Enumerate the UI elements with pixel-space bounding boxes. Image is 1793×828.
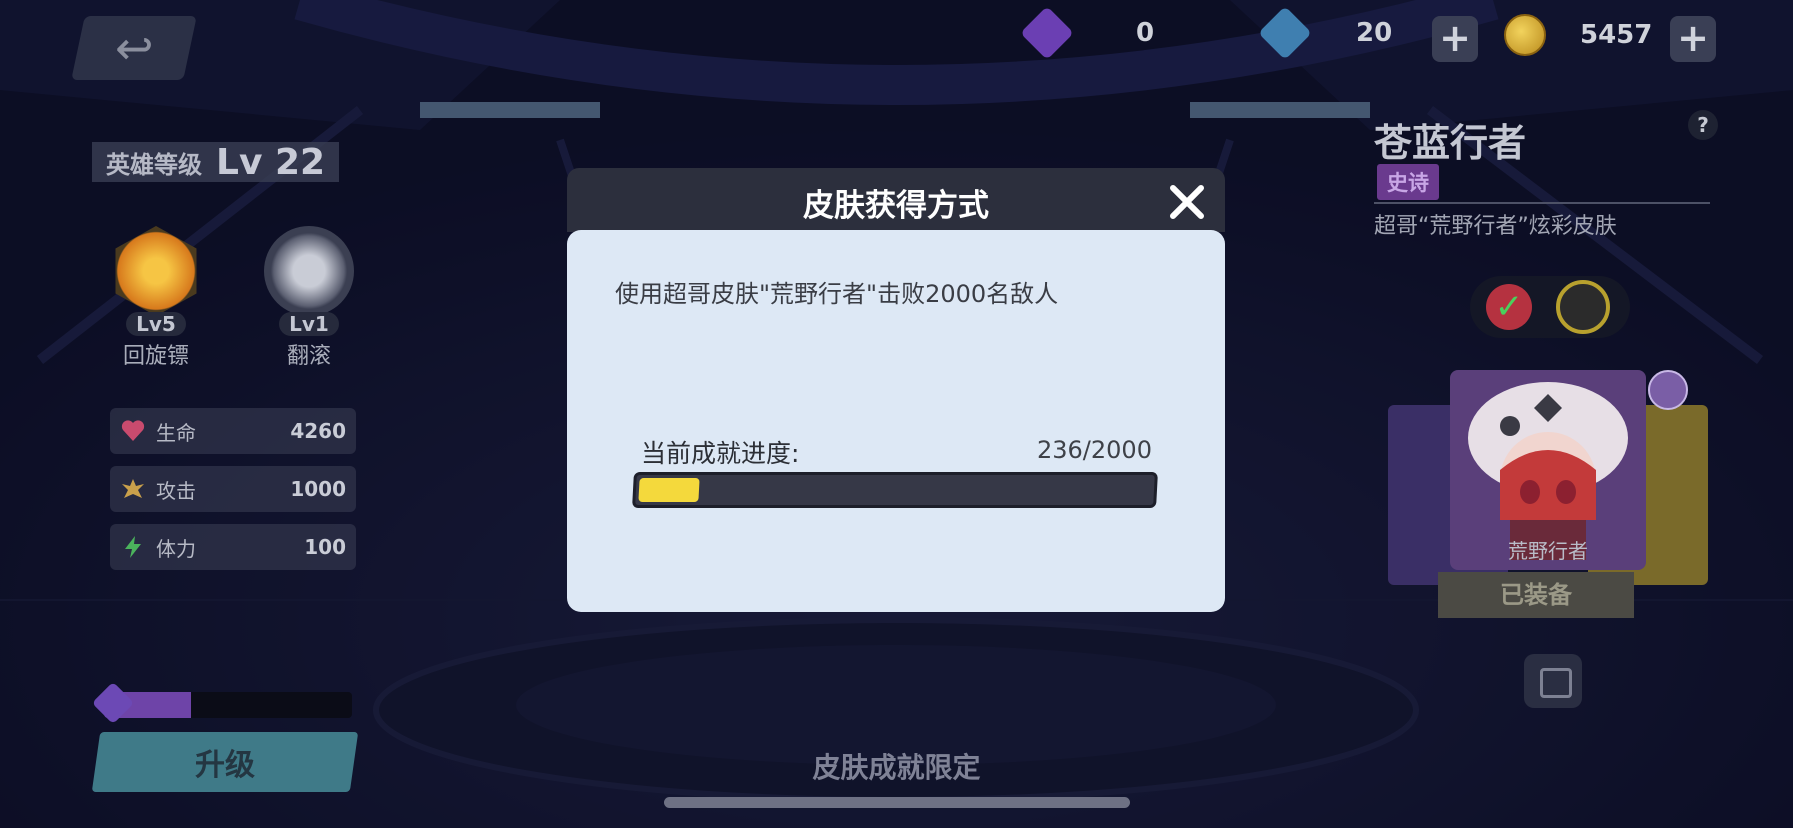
plus-icon: + — [1677, 16, 1709, 60]
modal-body: 使用超哥皮肤"荒野行者"击败2000名敌人 当前成就进度: 236/2000 — [567, 230, 1225, 612]
heart-icon — [121, 420, 145, 441]
stat-attack: 攻击 1000 — [110, 466, 356, 512]
achievement-locked-label: 皮肤成就限定 — [812, 751, 981, 784]
add-coins-button[interactable]: + — [1670, 16, 1716, 62]
skin-card-selected[interactable]: 荒野行者 — [1450, 370, 1646, 570]
skin-carousel: 荒野行者 — [1378, 370, 1708, 590]
hero-level-label: 英雄等级 — [106, 150, 202, 179]
coin-icon — [1504, 14, 1546, 56]
roll-skill-icon — [264, 226, 354, 316]
stat-label: 攻击 — [156, 478, 196, 503]
skill-name: 回旋镖 — [122, 344, 189, 369]
coin-count: 5457 — [1580, 20, 1653, 50]
equipped-badge: 已装备 — [1438, 572, 1634, 618]
hero-level-badge: 英雄等级 Lv 22 — [92, 141, 340, 183]
stat-value: 100 — [304, 535, 346, 559]
add-gems-button[interactable]: + — [1432, 16, 1478, 62]
skin-card-name: 荒野行者 — [1508, 539, 1588, 563]
achievement-progress-bar — [632, 472, 1158, 508]
acquire-condition: 使用超哥皮肤"荒野行者"击败2000名敌人 — [615, 280, 1059, 308]
boomerang-skill-icon — [115, 226, 197, 316]
progress-fill — [638, 478, 701, 502]
stat-value: 4260 — [290, 419, 346, 443]
progress-value: 236/2000 — [1037, 436, 1152, 464]
skill-name: 翻滚 — [286, 344, 331, 369]
modal-title: 皮肤获得方式 — [803, 188, 989, 224]
skin-description: 超哥“荒野行者”炫彩皮肤 — [1374, 214, 1617, 239]
plus-icon: + — [1439, 16, 1471, 60]
hero-level-value: Lv 22 — [216, 141, 326, 183]
blue-gem-count: 20 — [1356, 18, 1393, 48]
skin-title: 苍蓝行者 — [1374, 121, 1527, 165]
back-button[interactable]: ↩ — [71, 16, 197, 80]
variant-swatch-icon — [1556, 280, 1610, 334]
rarity-badge: 史诗 — [1377, 164, 1439, 200]
back-arrow-icon: ↩ — [114, 21, 154, 75]
skin-color-toggle[interactable]: ✓ — [1470, 276, 1630, 338]
skill-level: Lv1 — [279, 312, 339, 336]
stat-label: 体力 — [156, 536, 196, 561]
close-icon[interactable] — [1167, 182, 1207, 222]
blue-gem-counter: 20 — [1258, 6, 1393, 60]
fullscreen-button[interactable] — [1524, 654, 1582, 708]
stat-hp: 生命 4260 — [110, 408, 356, 454]
stat-stamina: 体力 100 — [110, 524, 356, 570]
fullscreen-icon — [1540, 668, 1572, 698]
checkmark-icon: ✓ — [1486, 284, 1532, 330]
home-indicator[interactable] — [664, 797, 1130, 808]
purple-gem-count: 0 — [1136, 18, 1155, 48]
attack-icon — [122, 479, 144, 498]
lightning-icon — [125, 536, 141, 558]
stat-value: 1000 — [290, 477, 346, 501]
hero-stats: 生命 4260 攻击 1000 体力 100 — [110, 408, 356, 582]
wardrobe-icon — [1648, 370, 1688, 410]
skin-acquire-modal: 皮肤获得方式 使用超哥皮肤"荒野行者"击败2000名敌人 当前成就进度: 236… — [567, 168, 1225, 612]
purple-gem-counter: 0 — [1020, 6, 1155, 60]
progress-label: 当前成就进度: — [641, 439, 800, 468]
help-icon: ? — [1697, 113, 1709, 137]
skill-boomerang[interactable]: Lv5 回旋镖 — [106, 226, 206, 370]
hero-xp-bar — [104, 692, 352, 718]
stat-label: 生命 — [156, 420, 196, 445]
coin-counter: 5457 — [1504, 14, 1652, 56]
help-button[interactable]: ? — [1688, 110, 1718, 140]
blue-gem-icon — [1258, 6, 1312, 60]
purple-gem-icon — [1020, 6, 1074, 60]
divider — [1374, 202, 1710, 204]
skill-roll[interactable]: Lv1 翻滚 — [259, 226, 359, 370]
skill-level: Lv5 — [126, 312, 186, 336]
